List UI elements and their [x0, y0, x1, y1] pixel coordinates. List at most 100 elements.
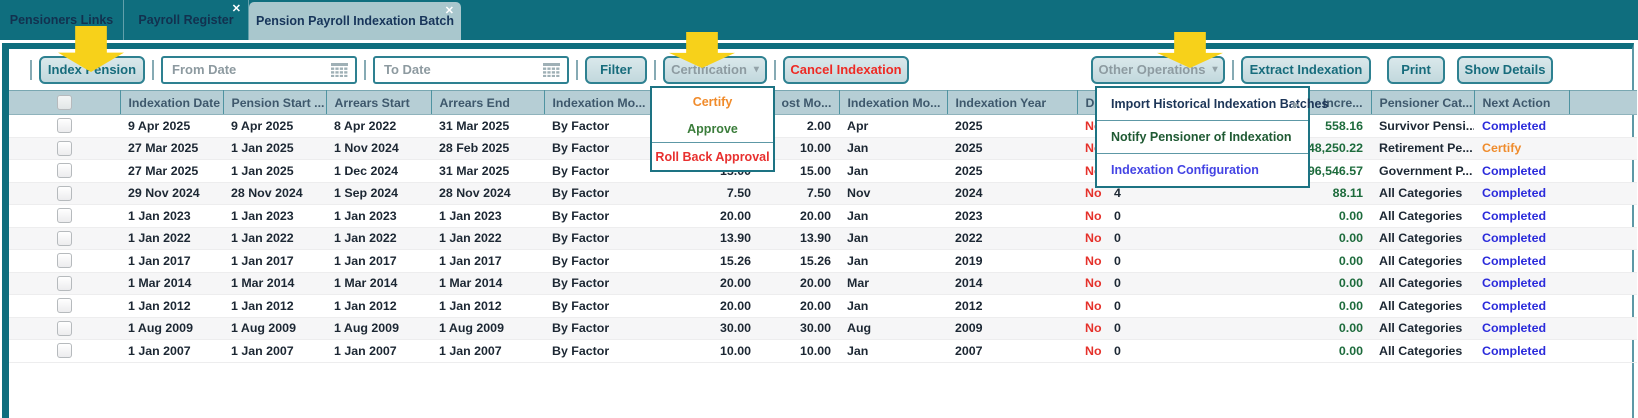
cell-arrears_start: 1 Jan 2023	[326, 204, 431, 228]
cell-indexation_date: 1 Jan 2007	[120, 339, 223, 363]
cell-indexation_month: Jan	[839, 294, 947, 318]
tab-payroll-register[interactable]: Payroll Register ✕	[124, 0, 249, 40]
cell-pension_start: 1 Jan 2012	[223, 294, 326, 318]
row-checkbox[interactable]	[57, 275, 72, 291]
cell-arrears_start: 1 Nov 2024	[326, 137, 431, 160]
menu-item-roll-back-approval[interactable]: Roll Back Approval	[652, 143, 773, 170]
column-header-indexation_year[interactable]: Indexation Year	[947, 90, 1078, 115]
cell-filler	[1569, 317, 1637, 340]
cell-pensioner_category: All Categories	[1371, 272, 1474, 295]
cell-arrears_end: 1 Aug 2009	[431, 317, 544, 340]
cell-pensioner_category: All Categories	[1371, 204, 1474, 228]
cell-arrears_start: 1 Dec 2024	[326, 159, 431, 183]
close-icon[interactable]: ✕	[232, 4, 241, 15]
to-date-input[interactable]	[384, 62, 537, 77]
row-checkbox[interactable]	[57, 343, 72, 359]
cell-next_action[interactable]: Completed	[1474, 159, 1569, 183]
cell-indexation_mode: By Factor	[544, 114, 654, 138]
row-checkbox[interactable]	[57, 320, 72, 336]
close-icon[interactable]: ✕	[445, 6, 454, 17]
column-header-indexation_date[interactable]: Indexation Date	[120, 90, 224, 115]
table-row: 1 Jan 2007 1 Jan 2007 1 Jan 2007 1 Jan 2007…	[9, 339, 1637, 363]
menu-item-import-historical-indexation-batches[interactable]: Import Historical Indexation Batches ▸	[1097, 88, 1328, 120]
row-checkbox[interactable]	[57, 208, 72, 224]
cell-indexation_year: 2023	[947, 204, 1077, 228]
calendar-icon[interactable]	[331, 62, 348, 77]
cell-pension_start: 1 Jan 2007	[223, 339, 326, 363]
select-all-checkbox[interactable]	[56, 95, 72, 110]
from-date-input[interactable]	[172, 62, 325, 77]
cell-indexation_mode: By Factor	[544, 317, 654, 340]
cell-select	[9, 272, 120, 295]
menu-item-indexation-configuration[interactable]: Indexation Configuration	[1097, 154, 1308, 186]
cell-indexation_year: 2025	[947, 159, 1077, 183]
row-checkbox[interactable]	[57, 163, 72, 179]
extract-indexation-button[interactable]: Extract Indexation	[1241, 55, 1371, 84]
menu-item-notify-pensioner-of-indexation[interactable]: Notify Pensioner of Indexation	[1097, 121, 1308, 153]
print-button[interactable]: Print	[1387, 55, 1445, 84]
column-header-pensioner_category[interactable]: Pensioner Cat...	[1371, 90, 1475, 115]
cell-factor: 20.00	[654, 204, 759, 228]
cell-next_action[interactable]: Certify	[1474, 137, 1569, 160]
cell-arrears_start: 1 Jan 2017	[326, 249, 431, 273]
menu-item-approve[interactable]: Approve	[652, 115, 773, 142]
cell-pension_start: 1 Jan 2025	[223, 159, 326, 183]
cell-next_action[interactable]: Completed	[1474, 182, 1569, 205]
row-checkbox[interactable]	[57, 118, 72, 134]
table-row: 1 Aug 2009 1 Aug 2009 1 Aug 2009 1 Aug 2009…	[9, 317, 1637, 340]
to-date-field[interactable]	[373, 55, 569, 84]
cell-next_action[interactable]: Completed	[1474, 339, 1569, 363]
row-checkbox[interactable]	[57, 253, 72, 269]
cell-next_action[interactable]: Completed	[1474, 204, 1569, 228]
table-row: 1 Mar 2014 1 Mar 2014 1 Mar 2014 1 Mar 2014…	[9, 272, 1637, 295]
cell-next_action[interactable]: Completed	[1474, 114, 1569, 138]
column-header-arrears_start[interactable]: Arrears Start	[326, 90, 432, 115]
column-header-filler[interactable]	[1569, 90, 1637, 115]
cell-cost_mo: 10.00	[759, 339, 839, 363]
tab-pension-payroll-indexation-batch[interactable]: Pension Payroll Indexation Batch ✕	[249, 2, 461, 40]
column-header-next_action[interactable]: Next Action	[1474, 90, 1570, 115]
from-date-field[interactable]	[161, 55, 357, 84]
cell-filler	[1569, 227, 1637, 250]
column-header-select[interactable]	[9, 90, 121, 115]
cell-pension_start: 1 Jan 2023	[223, 204, 326, 228]
column-header-pension_start[interactable]: Pension Start ...	[223, 90, 327, 115]
cell-filler	[1569, 182, 1637, 205]
cell-next_action[interactable]: Completed	[1474, 317, 1569, 340]
row-checkbox[interactable]	[57, 185, 72, 201]
toolbar-separator	[1232, 59, 1234, 80]
cell-increase: 0.00	[1246, 272, 1371, 295]
column-header-indexation_mode[interactable]: Indexation Mo...	[544, 90, 655, 115]
cancel-indexation-button[interactable]: Cancel Indexation	[783, 55, 909, 84]
cell-indexation_year: 2009	[947, 317, 1077, 340]
row-checkbox[interactable]	[57, 230, 72, 246]
cell-pensioner_category: All Categories	[1371, 317, 1474, 340]
cell-indexation_year: 2014	[947, 272, 1077, 295]
cell-select	[9, 227, 120, 250]
column-header-arrears_end[interactable]: Arrears End	[431, 90, 545, 115]
calendar-icon[interactable]	[543, 62, 560, 77]
menu-item-certify[interactable]: Certify	[652, 88, 773, 115]
cell-next_action[interactable]: Completed	[1474, 227, 1569, 250]
cell-increase: 0.00	[1246, 249, 1371, 273]
tab-label: Pension Payroll Indexation Batch	[256, 14, 454, 28]
cell-increase: 0.00	[1246, 317, 1371, 340]
cell-arrears_end: 1 Jan 2022	[431, 227, 544, 250]
cell-next_action[interactable]: Completed	[1474, 294, 1569, 318]
row-checkbox[interactable]	[57, 140, 72, 156]
column-header-indexation_month[interactable]: Indexation Mo...	[839, 90, 948, 115]
cell-next_action[interactable]: Completed	[1474, 249, 1569, 273]
cell-next_action[interactable]: Completed	[1474, 272, 1569, 295]
cell-arrears_start: 1 Jan 2012	[326, 294, 431, 318]
filter-button[interactable]: Filter	[585, 55, 647, 84]
show-details-button[interactable]: Show Details	[1457, 55, 1553, 84]
cell-cost_mo: 20.00	[759, 272, 839, 295]
cell-d_flag: No	[1077, 272, 1106, 295]
cell-factor: 20.00	[654, 294, 759, 318]
cell-indexation_date: 1 Jan 2012	[120, 294, 223, 318]
cell-arrears_end: 1 Mar 2014	[431, 272, 544, 295]
cell-pensioner_category: All Categories	[1371, 182, 1474, 205]
cell-arrears_start: 1 Jan 2022	[326, 227, 431, 250]
row-checkbox[interactable]	[57, 298, 72, 314]
table-header-row: Indexation Date Pension Start ... Arrears …	[9, 90, 1637, 115]
